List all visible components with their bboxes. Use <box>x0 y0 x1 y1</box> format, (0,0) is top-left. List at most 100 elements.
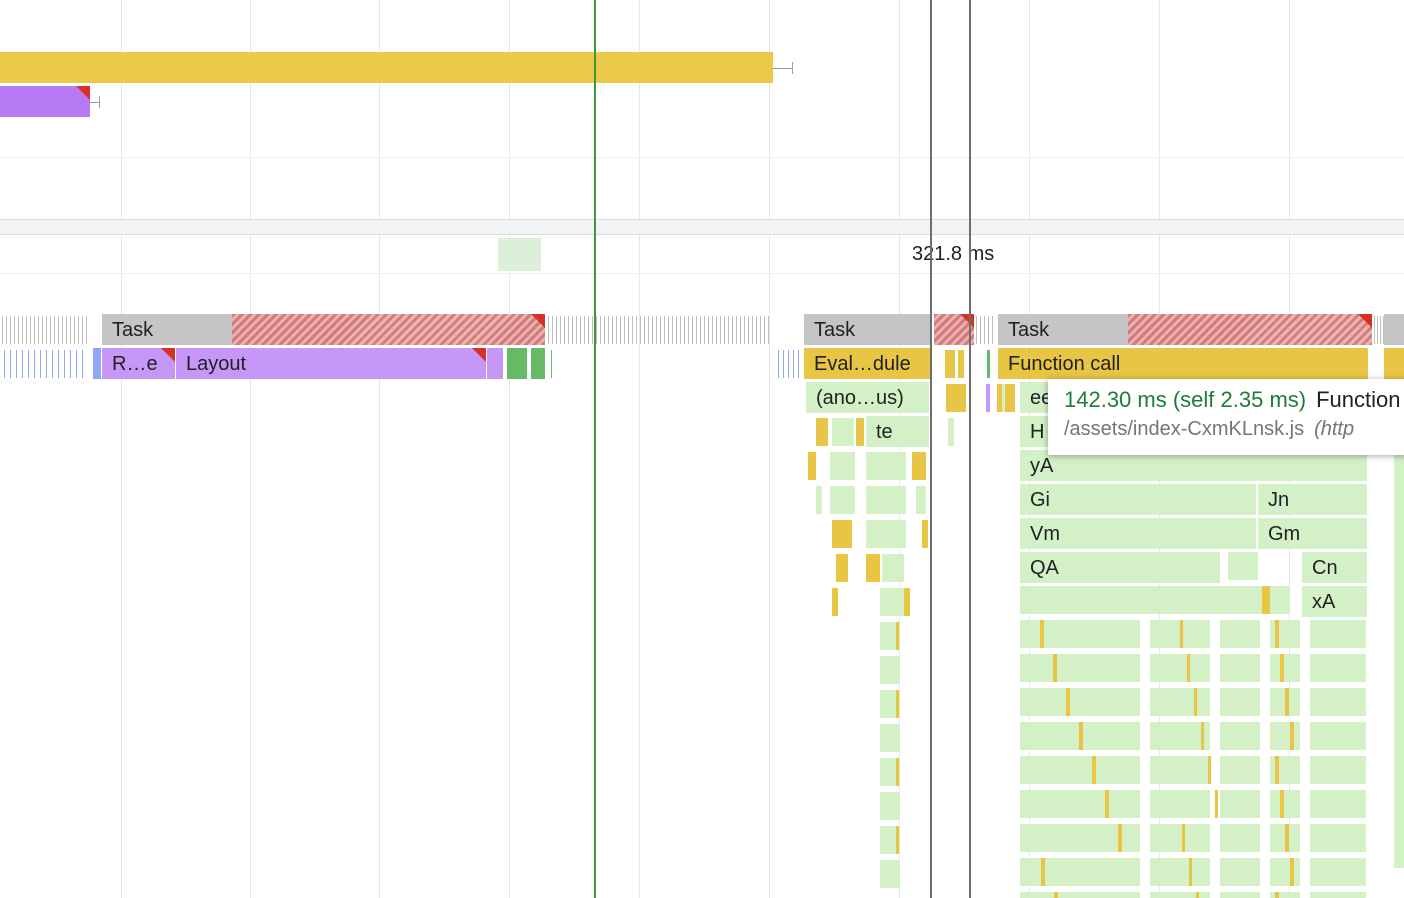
js-frame-fragment[interactable] <box>1290 858 1294 886</box>
performance-timeline[interactable]: 321.8 ms Task Task Task R…e Layout Eval…… <box>0 0 1404 898</box>
js-frame-fragment[interactable] <box>1020 858 1140 886</box>
js-frame-fragment[interactable] <box>832 418 854 446</box>
js-frame-fragment[interactable] <box>1310 654 1366 682</box>
js-frame-fragment[interactable] <box>1020 756 1140 784</box>
js-frame-fragment[interactable] <box>896 622 899 650</box>
js-frame-fragment[interactable] <box>1041 858 1045 886</box>
js-frame-fragment[interactable] <box>1092 756 1096 784</box>
js-frame-fragment[interactable] <box>1310 892 1366 898</box>
js-frame-fragment[interactable] <box>946 384 966 412</box>
selection-end-line[interactable] <box>969 0 971 898</box>
js-frame-fragment[interactable] <box>1270 790 1300 818</box>
js-frame-fragment[interactable] <box>1270 654 1300 682</box>
js-frame-fragment[interactable] <box>1220 756 1260 784</box>
js-frame-fragment[interactable] <box>1280 790 1284 818</box>
js-frame-fragment[interactable] <box>1150 892 1210 898</box>
js-frame-fragment[interactable] <box>880 792 900 820</box>
js-frame-fragment[interactable] <box>1150 756 1210 784</box>
js-frame[interactable]: te <box>866 416 929 447</box>
js-frame-fragment[interactable] <box>912 452 926 480</box>
js-frame-fragment[interactable] <box>1310 858 1366 886</box>
js-frame-fragment[interactable] <box>1275 892 1279 898</box>
js-frame-fragment[interactable] <box>1053 654 1057 682</box>
js-frame-fragment[interactable] <box>896 690 899 718</box>
js-frame-fragment[interactable] <box>1066 688 1070 716</box>
js-frame-fragment[interactable] <box>1150 858 1210 886</box>
event-block[interactable] <box>93 348 101 379</box>
js-frame-fragment[interactable] <box>1150 654 1210 682</box>
js-frame-fragment[interactable] <box>1310 824 1366 852</box>
js-frame-fragment[interactable] <box>830 486 855 514</box>
js-frame-fragment[interactable] <box>1215 790 1218 818</box>
js-frame-fragment[interactable] <box>1020 688 1140 716</box>
paint-event[interactable] <box>487 348 503 379</box>
js-frame[interactable]: Gi <box>1020 484 1256 515</box>
js-frame-fragment[interactable] <box>1189 858 1192 886</box>
js-frame-fragment[interactable] <box>1054 892 1058 898</box>
js-frame-fragment[interactable] <box>1275 756 1279 784</box>
js-frame[interactable]: Gm <box>1258 518 1367 549</box>
upper-scripting-bar[interactable] <box>0 52 773 83</box>
js-frame-fragment[interactable] <box>1310 756 1366 784</box>
js-frame-fragment[interactable] <box>958 350 964 378</box>
js-frame-fragment[interactable] <box>1182 824 1185 852</box>
js-frame-fragment[interactable] <box>816 418 828 446</box>
js-frame-fragment[interactable] <box>1280 654 1284 682</box>
js-frame-fragment[interactable] <box>1020 620 1140 648</box>
js-frame-fragment[interactable] <box>866 520 906 548</box>
js-frame-fragment[interactable] <box>1105 790 1109 818</box>
js-frame-fragment[interactable] <box>1150 824 1210 852</box>
js-frame-fragment[interactable] <box>896 826 899 854</box>
js-frame-fragment[interactable] <box>830 452 855 480</box>
layout-event[interactable]: Layout <box>176 348 486 379</box>
js-frame-fragment[interactable] <box>1220 790 1260 818</box>
composite-event[interactable] <box>507 348 527 379</box>
js-frame-fragment[interactable] <box>1196 892 1199 898</box>
js-frame-fragment[interactable] <box>880 656 900 684</box>
evaluate-module-event[interactable]: Eval…dule <box>804 348 930 379</box>
js-frame-fragment[interactable] <box>866 554 880 582</box>
js-frame-fragment[interactable] <box>1020 824 1140 852</box>
js-frame-fragment[interactable] <box>1285 824 1289 852</box>
small-interaction-block[interactable] <box>498 238 541 271</box>
js-frame-fragment[interactable] <box>1220 620 1260 648</box>
js-frame-fragment[interactable] <box>1040 620 1044 648</box>
js-frame-fragment[interactable] <box>922 520 928 548</box>
js-frame-fragment[interactable] <box>997 384 1015 412</box>
js-frame-fragment[interactable] <box>1310 620 1366 648</box>
js-frame-fragment[interactable] <box>880 860 900 888</box>
js-frame-fragment[interactable] <box>1150 790 1210 818</box>
js-frame-fragment[interactable] <box>1262 586 1270 614</box>
js-frame-fragment[interactable] <box>1180 620 1183 648</box>
js-frame-fragment[interactable] <box>1002 384 1005 412</box>
function-call-event[interactable]: Function call <box>998 348 1368 379</box>
js-frame-fragment[interactable] <box>1020 790 1140 818</box>
task-block[interactable] <box>934 314 974 345</box>
js-frame-fragment[interactable] <box>1310 790 1366 818</box>
js-frame-fragment[interactable] <box>1220 858 1260 886</box>
function-call-event[interactable] <box>1384 348 1404 379</box>
js-frame-fragment[interactable] <box>1201 722 1204 750</box>
task-block[interactable]: Task <box>804 314 930 345</box>
js-frame-fragment[interactable] <box>1285 688 1289 716</box>
js-frame[interactable]: Jn <box>1258 484 1367 515</box>
js-frame-fragment[interactable] <box>832 520 852 548</box>
js-frame-fragment[interactable] <box>987 350 990 378</box>
js-frame-fragment[interactable] <box>1290 722 1294 750</box>
upper-rendering-bar[interactable] <box>0 86 90 117</box>
js-frame-fragment[interactable] <box>1208 756 1211 784</box>
composite-event[interactable] <box>531 348 545 379</box>
js-frame-fragment[interactable] <box>1220 824 1260 852</box>
js-frame-fragment[interactable] <box>896 758 899 786</box>
js-frame-fragment[interactable] <box>1150 688 1210 716</box>
js-frame-fragment[interactable] <box>1220 892 1260 898</box>
js-frame-fragment[interactable] <box>1194 688 1197 716</box>
js-frame-fragment[interactable] <box>948 418 954 446</box>
js-frame[interactable]: Vm <box>1020 518 1256 549</box>
task-block[interactable]: Task <box>102 314 545 345</box>
js-frame-fragment[interactable] <box>945 350 955 378</box>
js-frame-fragment[interactable] <box>1270 722 1300 750</box>
js-frame-fragment[interactable] <box>880 724 900 752</box>
js-frame-fragment[interactable] <box>1220 654 1260 682</box>
js-frame-fragment[interactable] <box>808 452 816 480</box>
